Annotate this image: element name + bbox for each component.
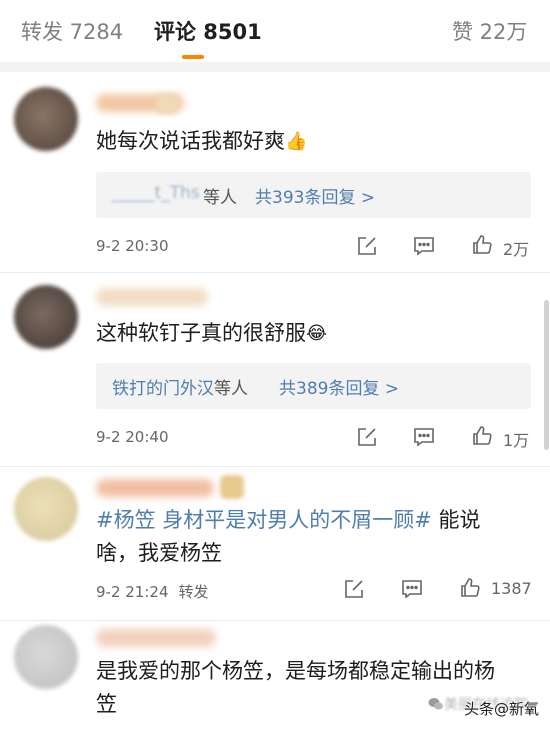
comment-timestamp: 9-2 21:24 (96, 583, 169, 601)
comment-item: 这种软钉子真的很舒服😂 铁打的门外汉 等人 共389条回复 > 9-2 20:4… (0, 273, 550, 466)
avatar[interactable] (14, 285, 78, 349)
comment-icon[interactable] (412, 234, 436, 258)
tab-comment[interactable]: 评论 8501 (154, 16, 262, 46)
share-icon[interactable] (355, 425, 379, 449)
username-blurred[interactable] (96, 629, 216, 647)
comment-text: 她每次说话我都好爽👍 (96, 125, 526, 158)
reply-preview[interactable]: _____t_Ths 等人 共393条回复 > (96, 172, 531, 218)
like-count: 1387 (491, 579, 532, 598)
like-icon[interactable] (458, 576, 482, 600)
repost-tag: 转发 (178, 583, 209, 601)
comment-icon[interactable] (400, 577, 424, 601)
comment-time: 9-2 21:24 转发 (96, 581, 209, 602)
avatar[interactable] (14, 87, 78, 151)
reply-suffix: 等人 (214, 379, 248, 399)
comment-body-line2: 笠 (96, 692, 117, 716)
reply-username[interactable]: _____t_Ths (112, 183, 200, 203)
comment-body: 能说 (431, 508, 481, 532)
section-divider (0, 62, 550, 72)
username-blurred[interactable] (96, 288, 208, 306)
like-icon[interactable] (470, 233, 494, 257)
like-count: 1万 (503, 431, 530, 450)
share-icon[interactable] (342, 577, 366, 601)
thumbs-up-emoji-icon: 👍 (285, 131, 308, 152)
comment-text: 这种软钉子真的很舒服😂 (96, 317, 526, 350)
tab-like[interactable]: 赞 22万 (452, 16, 527, 46)
reply-count-link[interactable]: 共393条回复 > (255, 183, 375, 208)
comment-icon[interactable] (412, 425, 436, 449)
tab-bar: 转发 7284 评论 8501 赞 22万 (0, 0, 550, 62)
avatar[interactable] (14, 625, 78, 689)
like-icon[interactable] (470, 424, 494, 448)
share-icon[interactable] (355, 234, 379, 258)
comment-time: 9-2 20:30 (96, 237, 169, 255)
badge-icon (156, 94, 178, 114)
comment-body-line2: 啥，我爱杨笠 (96, 541, 222, 565)
watermark-text: 头条@新氧 (464, 700, 540, 718)
comment-text: #杨笠 身材平是对男人的不屑一顾# 能说 啥，我爱杨笠 (96, 504, 526, 570)
comment-body: 是我爱的那个杨笠，是每场都稳定输出的杨 (96, 659, 495, 683)
hashtag-link[interactable]: #杨笠 身材平是对男人的不屑一顾# (96, 508, 432, 532)
scrollbar[interactable] (544, 300, 549, 450)
crown-badge-icon (220, 475, 244, 499)
active-tab-indicator (182, 55, 204, 59)
watermark: 美丽在线追踪 头条@新氧 (428, 690, 546, 722)
tab-repost[interactable]: 转发 7284 (21, 16, 123, 46)
reply-preview[interactable]: 铁打的门外汉 等人 共389条回复 > (96, 363, 531, 409)
reply-username[interactable]: 铁打的门外汉 (112, 374, 214, 399)
reply-count-link[interactable]: 共389条回复 > (279, 374, 399, 399)
wechat-logo-icon (428, 696, 444, 712)
comment-body: 她每次说话我都好爽 (96, 129, 285, 153)
comment-item: 她每次说话我都好爽👍 _____t_Ths 等人 共393条回复 > 9-2 2… (0, 72, 550, 272)
laughing-emoji-icon: 😂 (306, 323, 328, 344)
reply-suffix: 等人 (203, 188, 237, 208)
comment-time: 9-2 20:40 (96, 428, 169, 446)
username-blurred[interactable] (96, 479, 214, 497)
avatar[interactable] (14, 477, 78, 541)
comment-item: #杨笠 身材平是对男人的不屑一顾# 能说 啥，我爱杨笠 9-2 21:24 转发 … (0, 467, 550, 620)
comment-body: 这种软钉子真的很舒服 (96, 321, 306, 345)
like-count: 2万 (503, 240, 530, 259)
